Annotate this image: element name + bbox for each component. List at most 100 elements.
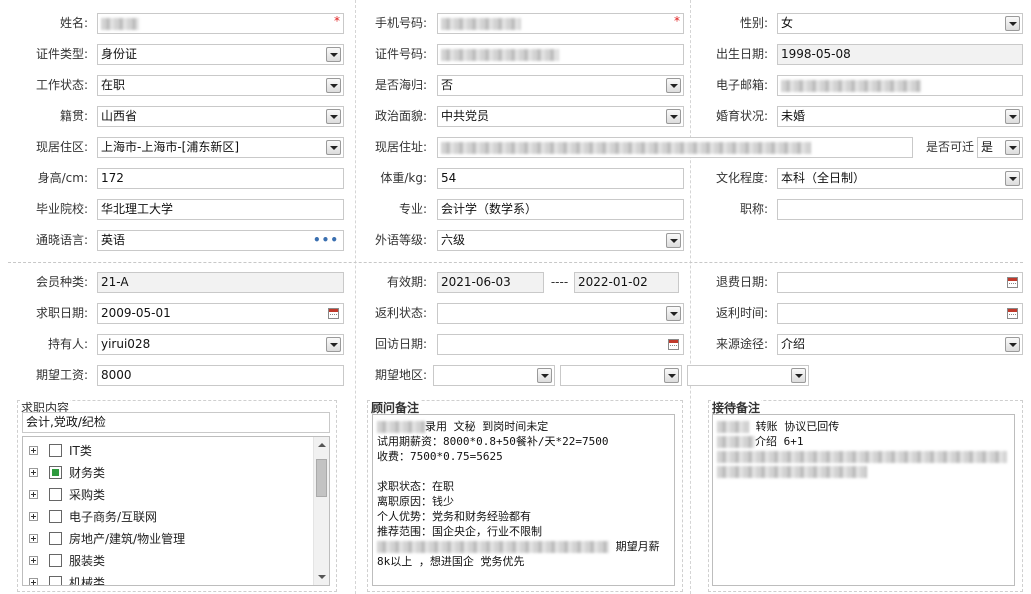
- calendar-icon[interactable]: [1007, 308, 1018, 319]
- native-select[interactable]: 山西省: [97, 106, 344, 127]
- tree-item[interactable]: 房地产/建筑/物业管理: [29, 531, 309, 547]
- chevron-down-icon[interactable]: [537, 368, 552, 383]
- id-no-field[interactable]: [437, 44, 684, 65]
- chevron-down-icon[interactable]: [326, 47, 341, 62]
- chevron-down-icon[interactable]: [791, 368, 806, 383]
- checkbox[interactable]: [49, 444, 62, 457]
- id-type-select[interactable]: 身份证: [97, 44, 344, 65]
- scroll-up-icon[interactable]: [318, 443, 326, 447]
- tree-item[interactable]: IT类: [29, 443, 309, 459]
- chevron-down-icon[interactable]: [666, 109, 681, 124]
- holder-select[interactable]: yirui028: [97, 334, 344, 355]
- redacted-text: [441, 17, 521, 30]
- weight-field[interactable]: 54: [437, 168, 684, 189]
- valid-from-field[interactable]: 2021-06-03: [437, 272, 544, 293]
- tree-item-label: IT类: [69, 444, 92, 458]
- note-line: 推荐范围：国企央企，行业不限制: [377, 525, 542, 538]
- region-province-select[interactable]: [433, 365, 555, 386]
- chevron-down-icon[interactable]: [326, 337, 341, 352]
- job-content-summary[interactable]: 会计,党政/纪检: [22, 412, 330, 433]
- refund-date-field[interactable]: [777, 272, 1023, 293]
- phone-field[interactable]: *: [437, 13, 684, 34]
- chevron-down-icon[interactable]: [1005, 171, 1020, 186]
- expand-icon[interactable]: [29, 490, 38, 499]
- political-select[interactable]: 中共党员: [437, 106, 684, 127]
- visit-date-field[interactable]: [437, 334, 684, 355]
- expand-icon[interactable]: [29, 468, 38, 477]
- political-label: 政治面貌:: [374, 109, 427, 123]
- tree-item-label: 机械类: [69, 576, 106, 586]
- rebate-status-select[interactable]: [437, 303, 684, 324]
- tree-item[interactable]: 电子商务/互联网: [29, 509, 309, 525]
- chevron-down-icon[interactable]: [666, 78, 681, 93]
- chevron-down-icon[interactable]: [326, 140, 341, 155]
- tree-item-label: 财务类: [69, 466, 106, 480]
- scroll-down-icon[interactable]: [318, 575, 326, 579]
- checkbox[interactable]: [49, 510, 62, 523]
- tree-item[interactable]: 财务类: [29, 465, 309, 481]
- required-asterisk-icon: *: [674, 14, 680, 28]
- calendar-icon[interactable]: [328, 308, 339, 319]
- email-field[interactable]: [777, 75, 1023, 96]
- scroll-thumb[interactable]: [316, 459, 327, 497]
- job-date-field[interactable]: 2009-05-01: [97, 303, 344, 324]
- chevron-down-icon[interactable]: [326, 109, 341, 124]
- name-field[interactable]: *: [97, 13, 344, 34]
- job-category-tree[interactable]: IT类 财务类 采购类 电子商务/互联网 房地产/建筑/物业管理 服装类 机械类: [22, 436, 330, 586]
- expand-icon[interactable]: [29, 578, 38, 585]
- reception-notes-textarea[interactable]: 转账 协议已回传 介绍 6+1: [712, 414, 1015, 586]
- source-select[interactable]: 介绍: [777, 334, 1023, 355]
- tree-item[interactable]: 机械类: [29, 575, 309, 586]
- address-field[interactable]: [437, 137, 913, 158]
- source-value: 介绍: [781, 337, 806, 351]
- expand-icon[interactable]: [29, 446, 38, 455]
- work-status-select[interactable]: 在职: [97, 75, 344, 96]
- expand-icon[interactable]: [29, 534, 38, 543]
- tree-item[interactable]: 采购类: [29, 487, 309, 503]
- school-field[interactable]: 华北理工大学: [97, 199, 344, 220]
- checkbox[interactable]: [49, 576, 62, 585]
- title-field[interactable]: [777, 199, 1023, 220]
- chevron-down-icon[interactable]: [1005, 109, 1020, 124]
- chevron-down-icon[interactable]: [1005, 16, 1020, 31]
- height-field[interactable]: 172: [97, 168, 344, 189]
- expand-icon[interactable]: [29, 512, 38, 521]
- rebate-time-field[interactable]: [777, 303, 1023, 324]
- redacted-text: [101, 17, 139, 30]
- major-field[interactable]: 会计学（数学系）: [437, 199, 684, 220]
- rebate-time-label: 返利时间:: [715, 306, 768, 320]
- checkbox-partial[interactable]: [49, 466, 62, 479]
- residence-area-select[interactable]: 上海市-上海市-[浦东新区]: [97, 137, 344, 158]
- relocate-select[interactable]: 是: [977, 137, 1023, 158]
- chevron-down-icon[interactable]: [666, 306, 681, 321]
- language-field[interactable]: 英语 •••: [97, 230, 344, 251]
- returnee-select[interactable]: 否: [437, 75, 684, 96]
- chevron-down-icon[interactable]: [1005, 140, 1020, 155]
- member-type-field[interactable]: 21-A: [97, 272, 344, 293]
- calendar-icon[interactable]: [1007, 277, 1018, 288]
- more-dots-icon[interactable]: •••: [313, 231, 339, 250]
- region-city-select[interactable]: [560, 365, 682, 386]
- checkbox[interactable]: [49, 488, 62, 501]
- chevron-down-icon[interactable]: [664, 368, 679, 383]
- chevron-down-icon[interactable]: [1005, 337, 1020, 352]
- salary-field[interactable]: 8000: [97, 365, 344, 386]
- checkbox[interactable]: [49, 554, 62, 567]
- note-blank-line: [377, 464, 670, 479]
- education-select[interactable]: 本科（全日制）: [777, 168, 1023, 189]
- valid-to-field[interactable]: 2022-01-02: [574, 272, 679, 293]
- lang-level-select[interactable]: 六级: [437, 230, 684, 251]
- tree-item[interactable]: 服装类: [29, 553, 309, 569]
- chevron-down-icon[interactable]: [326, 78, 341, 93]
- calendar-icon[interactable]: [668, 339, 679, 350]
- tree-item-label: 电子商务/互联网: [69, 510, 158, 524]
- checkbox[interactable]: [49, 532, 62, 545]
- chevron-down-icon[interactable]: [666, 233, 681, 248]
- marital-select[interactable]: 未婚: [777, 106, 1023, 127]
- tree-scrollbar[interactable]: [313, 437, 329, 585]
- birth-date-field[interactable]: 1998-05-08: [777, 44, 1023, 65]
- expand-icon[interactable]: [29, 556, 38, 565]
- gender-select[interactable]: 女: [777, 13, 1023, 34]
- region-district-select[interactable]: [687, 365, 809, 386]
- consultant-notes-textarea[interactable]: 录用 文秘 到岗时间未定 试用期薪资：8000*0.8+50餐补/天*22=75…: [372, 414, 675, 586]
